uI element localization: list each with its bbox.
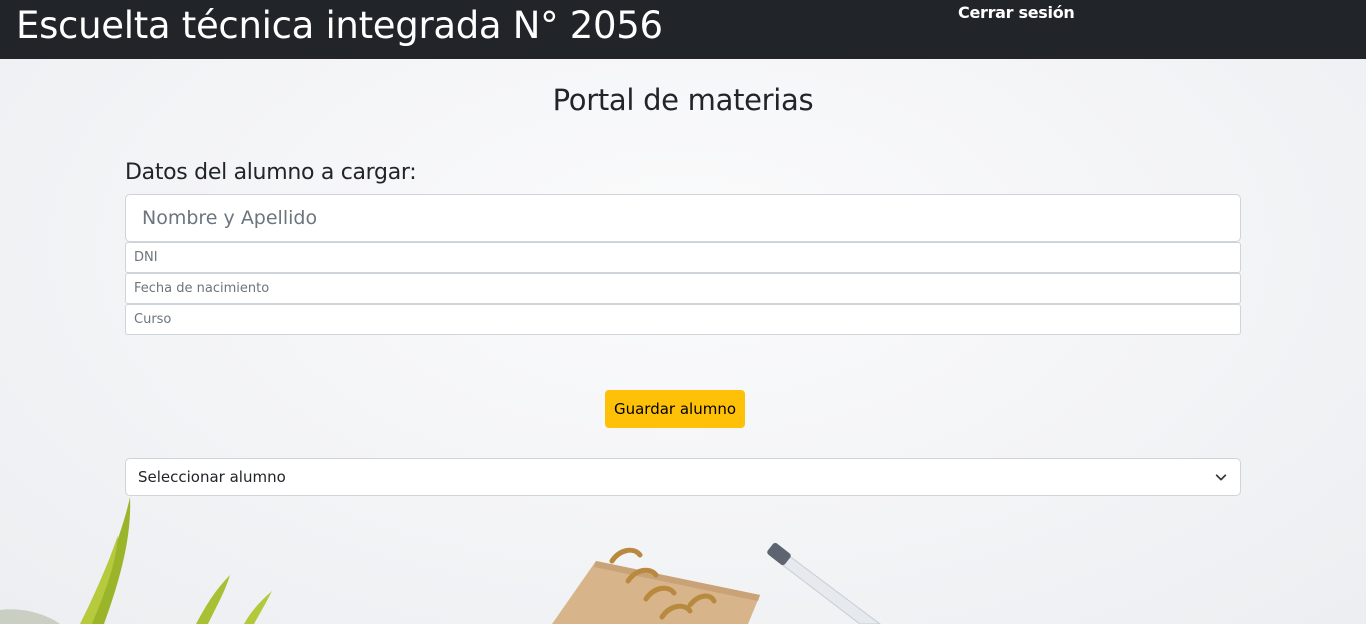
course-input[interactable] (125, 304, 1241, 335)
form-section-label: Datos del alumno a cargar: (125, 160, 417, 185)
navbar: Escuelta técnica integrada N° 2056 Cerra… (0, 0, 1366, 59)
birthdate-input[interactable] (125, 273, 1241, 304)
chevron-down-icon (1214, 470, 1228, 484)
student-select-value: Seleccionar alumno (138, 468, 286, 486)
page-title: Portal de materias (552, 83, 814, 117)
save-student-button[interactable]: Guardar alumno (605, 390, 745, 428)
name-input[interactable] (125, 194, 1241, 242)
student-select[interactable]: Seleccionar alumno (125, 458, 1241, 496)
logout-link[interactable]: Cerrar sesión (958, 3, 1075, 23)
dni-input[interactable] (125, 242, 1241, 273)
brand-title: Escuelta técnica integrada N° 2056 (16, 4, 663, 47)
